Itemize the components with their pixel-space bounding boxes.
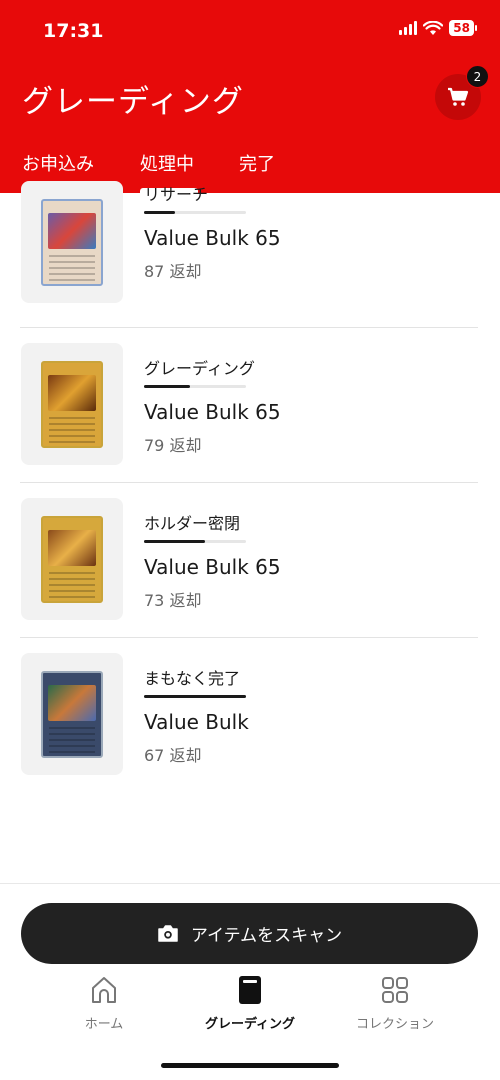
card-image xyxy=(41,360,103,448)
order-item[interactable]: リサーチ Value Bulk 65 87 返却 xyxy=(20,173,478,328)
card-image xyxy=(41,670,103,758)
scan-item-button[interactable]: アイテムをスキャン xyxy=(21,903,478,964)
order-item[interactable]: グレーディング Value Bulk 65 79 返却 xyxy=(20,328,478,483)
order-item[interactable]: まもなく完了 Value Bulk 67 返却 xyxy=(20,638,478,793)
progress-bar xyxy=(144,540,246,543)
product-name: Value Bulk 65 xyxy=(144,226,281,250)
cart-count-badge: 2 xyxy=(466,65,489,88)
home-indicator xyxy=(161,1063,339,1068)
card-thumbnail xyxy=(21,653,123,775)
scan-button-label: アイテムをスキャン xyxy=(190,926,343,946)
nav-home[interactable]: ホーム xyxy=(44,975,164,1032)
card-thumbnail xyxy=(21,181,123,303)
return-count: 73 返却 xyxy=(144,591,202,610)
nav-grading-label: グレーディング xyxy=(204,1017,296,1032)
return-count: 79 返却 xyxy=(144,436,202,455)
status-label: リサーチ xyxy=(144,185,209,204)
status-time: 17:31 xyxy=(43,20,104,42)
product-name: Value Bulk xyxy=(144,710,249,734)
card-thumbnail xyxy=(21,498,123,620)
card-image xyxy=(41,198,103,286)
bottom-divider xyxy=(0,883,500,884)
cart-icon xyxy=(448,87,469,106)
nav-collection[interactable]: コレクション xyxy=(335,975,455,1032)
nav-grading[interactable]: グレーディング xyxy=(190,975,310,1032)
status-label: まもなく完了 xyxy=(144,669,241,688)
cellular-signal-icon xyxy=(399,21,418,35)
home-icon xyxy=(92,977,116,1003)
battery-icon: 58 xyxy=(449,20,477,36)
product-name: Value Bulk 65 xyxy=(144,555,281,579)
grading-slab-icon xyxy=(239,976,261,1004)
return-count: 67 返却 xyxy=(144,746,202,765)
nav-collection-label: コレクション xyxy=(355,1017,434,1032)
page-title: グレーディング xyxy=(22,84,244,120)
progress-bar xyxy=(144,211,246,214)
progress-bar xyxy=(144,385,246,388)
order-item[interactable]: ホルダー密閉 Value Bulk 65 73 返却 xyxy=(20,483,478,638)
header: 17:31 58 グレーディング 2 お申込み 処理中 完了 xyxy=(0,0,500,193)
card-thumbnail xyxy=(21,343,123,465)
status-label: ホルダー密閉 xyxy=(144,514,241,533)
camera-icon xyxy=(158,925,178,942)
status-icons: 58 xyxy=(399,20,477,36)
product-name: Value Bulk 65 xyxy=(144,400,281,424)
wifi-icon xyxy=(423,20,444,35)
status-label: グレーディング xyxy=(144,359,255,378)
card-image xyxy=(41,515,103,603)
progress-bar xyxy=(144,695,246,698)
nav-home-label: ホーム xyxy=(84,1017,124,1032)
bottom-nav: ホーム グレーディング コレクション xyxy=(0,975,500,1045)
grid-icon xyxy=(382,977,408,1003)
return-count: 87 返却 xyxy=(144,262,202,281)
